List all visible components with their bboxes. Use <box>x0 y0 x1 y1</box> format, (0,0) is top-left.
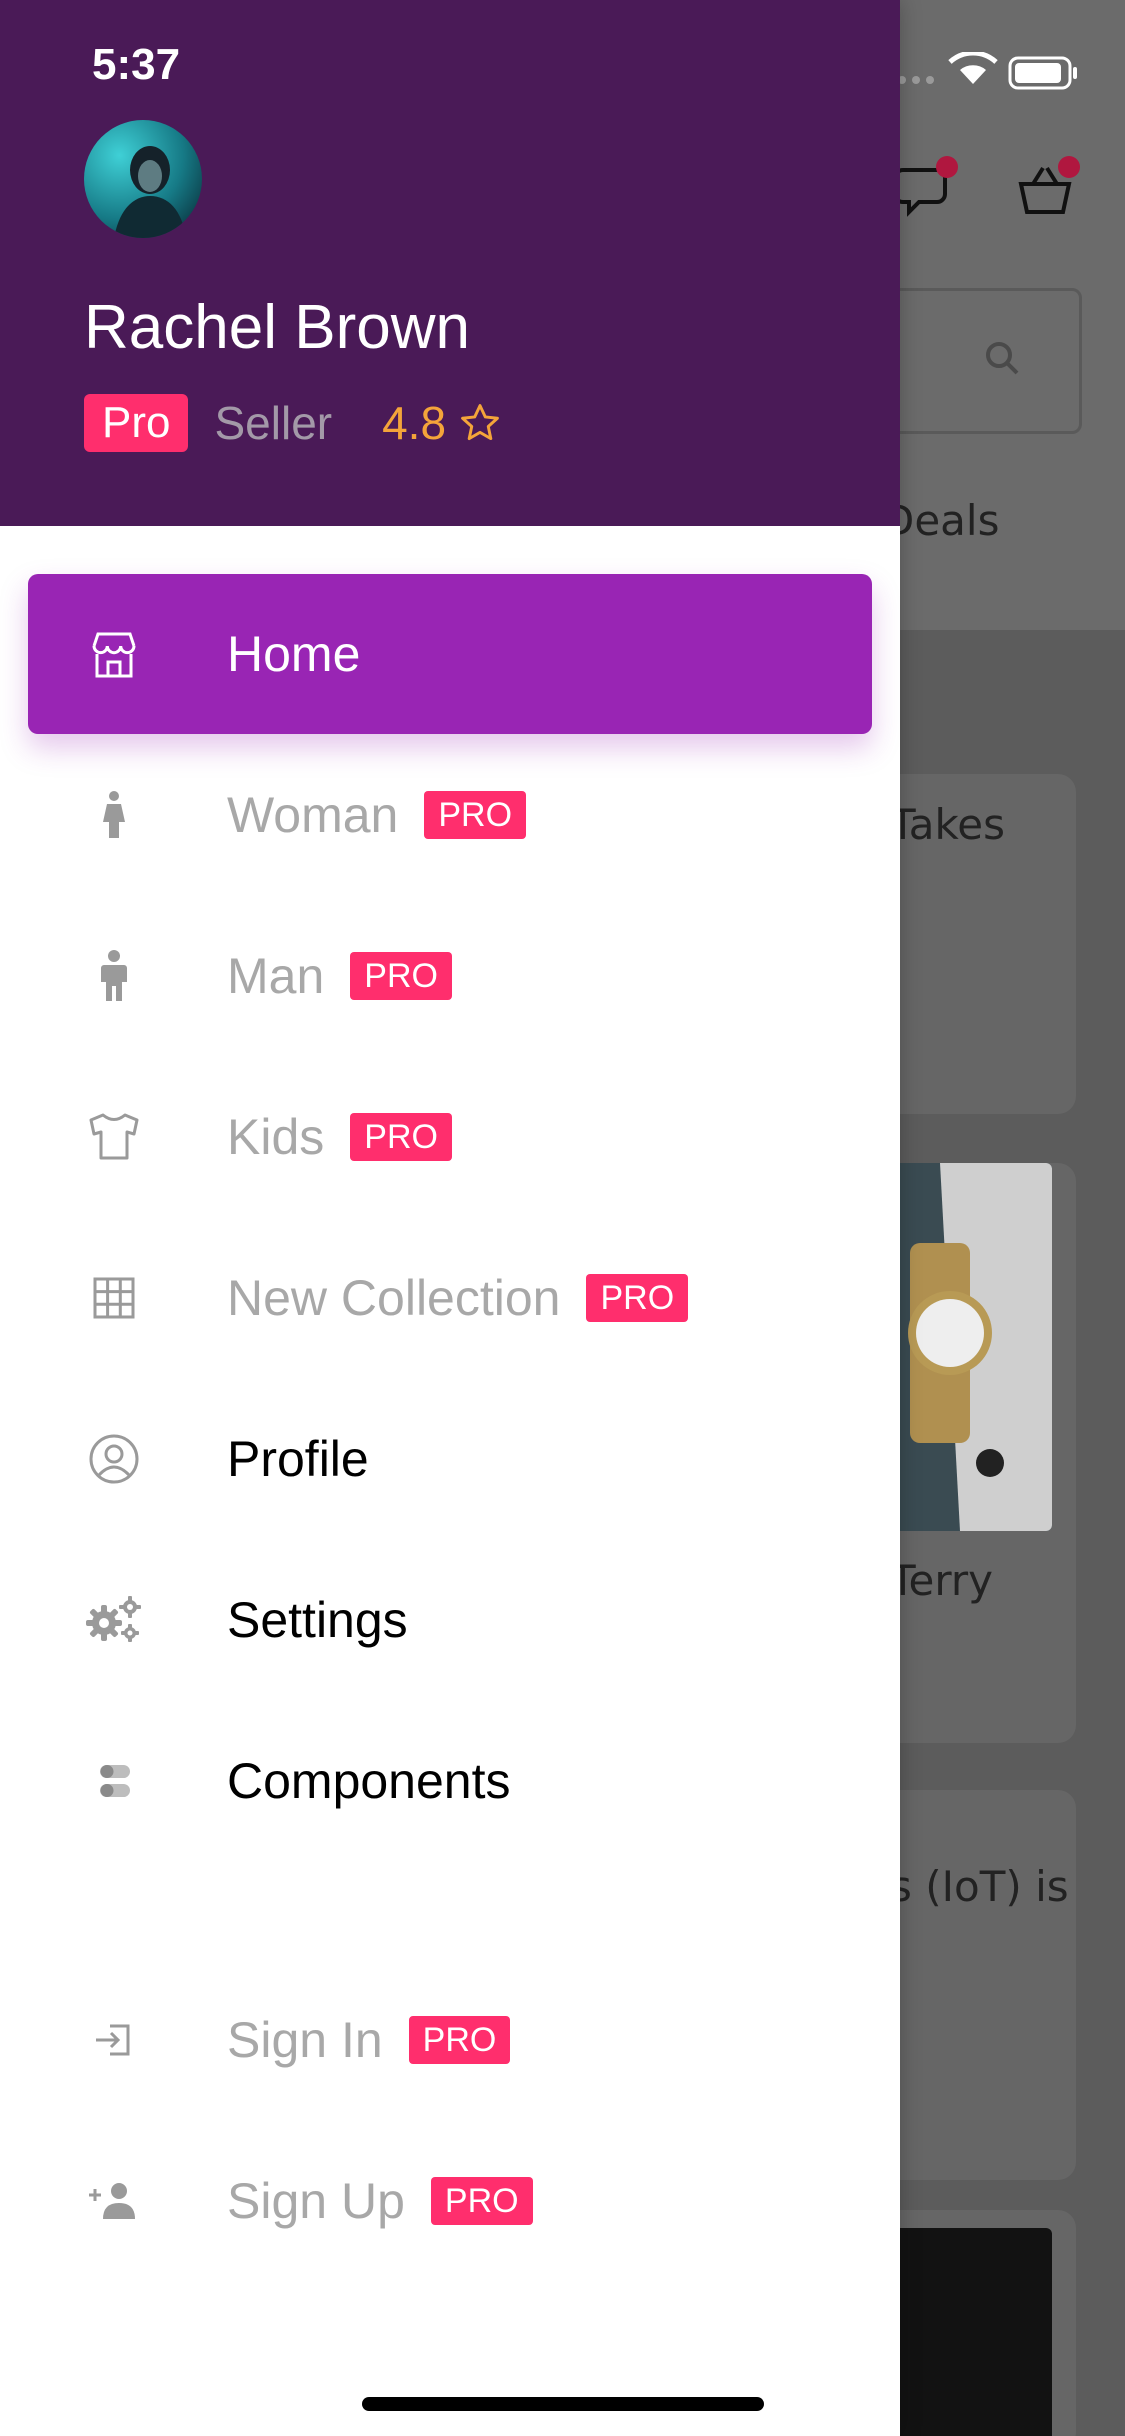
basket-notification-dot <box>1058 156 1080 178</box>
man-icon <box>84 946 144 1006</box>
woman-icon <box>84 785 144 845</box>
background-watch-photo <box>880 1163 1052 1531</box>
menu-item-label: Sign Up <box>227 2173 405 2229</box>
add-user-icon <box>84 2171 144 2231</box>
user-role: Seller <box>214 397 333 449</box>
menu-item-sign-in[interactable]: Sign In PRO <box>28 1960 872 2120</box>
pro-tag: PRO <box>430 2177 533 2225</box>
menu-item-label: Sign In <box>227 2012 383 2068</box>
home-indicator[interactable] <box>362 2397 764 2411</box>
menu-item-label: Kids <box>227 1109 325 1165</box>
background-text-takes: Takes <box>890 800 1005 849</box>
menu-item-sign-up[interactable]: Sign Up PRO <box>28 2121 872 2281</box>
menu-item-label: New Collection <box>227 1270 561 1326</box>
menu-item-components[interactable]: Components <box>28 1701 872 1861</box>
background-text-iot: s (IoT) is <box>890 1862 1069 1911</box>
status-icons <box>878 50 1098 92</box>
menu-item-man[interactable]: Man PRO <box>28 896 872 1056</box>
background-card <box>880 1790 1076 2180</box>
user-rating: 4.8 <box>382 396 502 450</box>
profile-circle-icon <box>84 1429 144 1489</box>
store-icon <box>84 624 144 684</box>
chat-notification-dot <box>936 156 958 178</box>
menu-item-profile[interactable]: Profile <box>28 1379 872 1539</box>
user-name: Rachel Brown <box>84 293 470 362</box>
menu-item-woman[interactable]: Woman PRO <box>28 735 872 895</box>
sign-in-icon <box>84 2010 144 2070</box>
menu-item-label: Woman <box>227 787 399 843</box>
pro-badge: Pro <box>84 394 189 452</box>
kids-shirt-icon <box>84 1107 144 1167</box>
menu-item-label: Profile <box>227 1431 369 1487</box>
menu-item-label: Settings <box>227 1592 408 1648</box>
status-time: 5:37 <box>92 40 181 89</box>
menu-item-label-group: Woman PRO <box>227 786 527 844</box>
menu-item-new-collection[interactable]: New Collection PRO <box>28 1218 872 1378</box>
user-status-row: Pro Seller 4.8 <box>84 394 502 452</box>
rating-value: 4.8 <box>382 397 447 449</box>
pro-tag: PRO <box>424 791 527 839</box>
gears-icon <box>84 1590 144 1650</box>
menu-item-kids[interactable]: Kids PRO <box>28 1057 872 1217</box>
menu-item-label-group: New Collection PRO <box>227 1269 689 1327</box>
drawer-header: 5:37 Rachel Brown Pro Seller 4.8 <box>0 0 900 526</box>
menu-item-label-group: Sign In PRO <box>227 2011 511 2069</box>
menu-item-label: Home <box>227 626 361 682</box>
menu-item-label-group: Sign Up PRO <box>227 2172 533 2230</box>
avatar[interactable] <box>84 120 202 238</box>
pro-tag: PRO <box>408 2016 511 2064</box>
menu-item-label: Man <box>227 948 325 1004</box>
grid-icon <box>84 1268 144 1328</box>
background-search-field <box>880 288 1082 434</box>
menu-item-label: Components <box>227 1753 511 1809</box>
background-text-terry: Terry <box>890 1556 994 1605</box>
background-dark-photo <box>880 2228 1052 2436</box>
pro-tag: PRO <box>586 1274 689 1322</box>
menu-item-home[interactable]: Home <box>28 574 872 734</box>
toggles-icon <box>84 1751 144 1811</box>
menu-item-label-group: Kids PRO <box>227 1108 452 1166</box>
menu-item-settings[interactable]: Settings <box>28 1540 872 1700</box>
pro-tag: PRO <box>350 952 452 1000</box>
navigation-drawer: 5:37 Rachel Brown Pro Seller 4.8 Home Wo… <box>0 0 900 2436</box>
star-outline-icon <box>461 404 499 441</box>
pro-tag: PRO <box>350 1113 452 1161</box>
menu-item-label-group: Man PRO <box>227 947 452 1005</box>
